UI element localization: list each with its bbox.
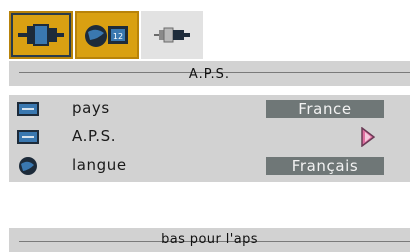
menu-item-langue[interactable]: langue Français — [9, 154, 410, 178]
screen-icon — [16, 128, 40, 146]
country-value[interactable]: France — [266, 100, 384, 118]
arrow-right-icon[interactable] — [361, 127, 375, 147]
page-title: A.P.S. — [188, 67, 231, 82]
menu-item-label: langue — [72, 156, 127, 174]
menu-item-aps[interactable]: A.P.S. — [9, 125, 410, 149]
connector-icon — [154, 27, 190, 43]
globe-screen-icon: 12 — [85, 25, 128, 47]
tab-globe[interactable]: 12 — [75, 11, 139, 59]
menu-title-bar: A.P.S. — [9, 61, 410, 86]
globe-icon — [16, 157, 40, 175]
help-bar: bas pour l'aps — [9, 228, 410, 252]
tab-globe-badge: 12 — [113, 32, 123, 41]
screen-icon — [16, 100, 40, 118]
menu-panel: pays France A.P.S. langue Français — [9, 95, 410, 182]
scart-plug-icon — [18, 24, 64, 46]
menu-item-label: pays — [72, 99, 110, 117]
tab-bar: 12 — [9, 11, 203, 59]
help-text: bas pour l'aps — [161, 232, 258, 247]
tab-connector[interactable] — [141, 11, 203, 59]
menu-item-label: A.P.S. — [72, 127, 117, 145]
menu-item-pays[interactable]: pays France — [9, 97, 410, 121]
language-value[interactable]: Français — [266, 157, 384, 175]
tab-scart[interactable] — [9, 11, 73, 59]
